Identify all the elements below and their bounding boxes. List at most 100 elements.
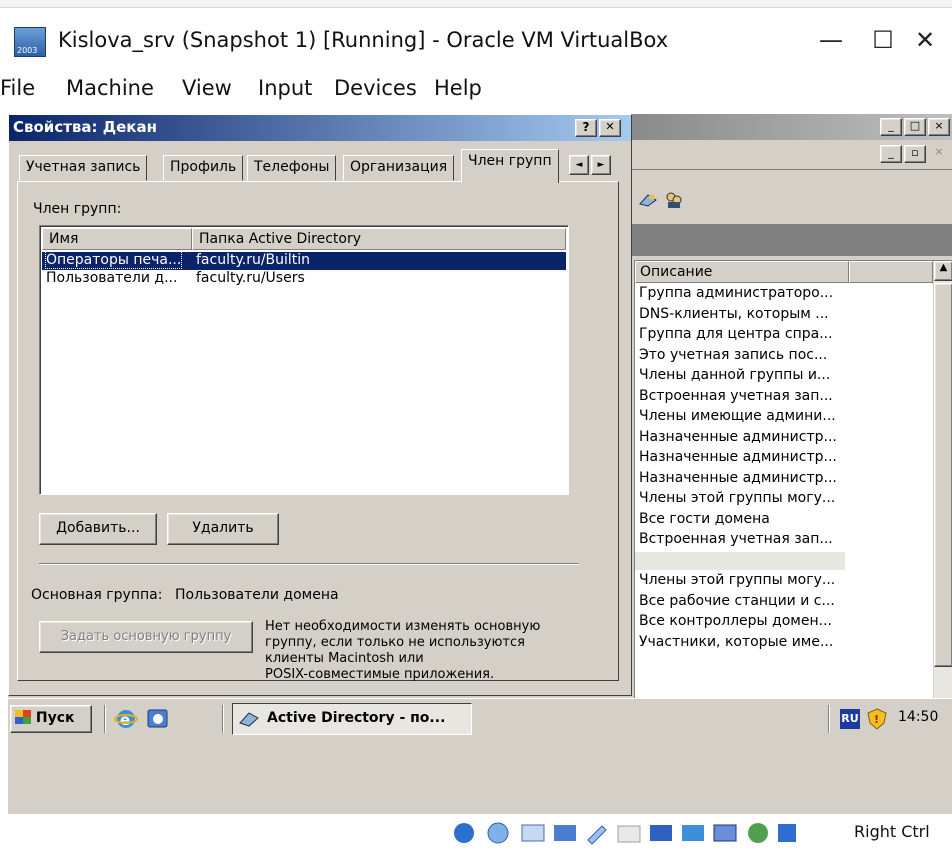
- toolbar-search-icon[interactable]: [638, 192, 658, 208]
- description-row[interactable]: Участники, которые име...: [639, 634, 833, 650]
- start-label: Пуск: [35, 710, 75, 726]
- description-column-header[interactable]: Описание: [635, 261, 849, 283]
- column-header-folder[interactable]: Папка Active Directory: [192, 228, 566, 250]
- tab-phones[interactable]: Телефоны: [247, 155, 337, 181]
- security-shield-icon[interactable]: !: [866, 707, 888, 731]
- ad-maximize-button[interactable]: □: [904, 118, 926, 136]
- display-icon: [650, 825, 672, 841]
- table-row-selected[interactable]: Операторы печа... faculty.ru/Builtin: [42, 251, 566, 270]
- add-button[interactable]: Добавить...: [39, 513, 157, 545]
- menu-help[interactable]: Help: [434, 76, 482, 100]
- description-row[interactable]: Назначенные администр...: [639, 429, 837, 445]
- member-of-list[interactable]: Имя Папка Active Directory Операторы печ…: [39, 225, 569, 495]
- windows-logo-icon: [15, 710, 31, 724]
- video-capture-icon: [682, 825, 704, 841]
- optical-drive-icon: [487, 822, 509, 844]
- dialog-close-button[interactable]: ✕: [599, 119, 621, 137]
- host-key-label: Right Ctrl: [854, 822, 930, 841]
- menu-devices[interactable]: Devices: [334, 76, 417, 100]
- row-name: Операторы печа...: [44, 251, 183, 269]
- shared-folders-icon: [617, 825, 641, 843]
- row-name: Пользователи д...: [46, 270, 178, 286]
- set-primary-group-button[interactable]: Задать основную группу: [39, 621, 253, 653]
- row-folder: faculty.ru/Users: [196, 270, 305, 286]
- guest-screen: _ □ × _ ▫ × Описание Группа администрато…: [8, 114, 952, 814]
- menu-machine[interactable]: Machine: [66, 76, 154, 100]
- menu-view[interactable]: View: [182, 76, 232, 100]
- tab-organization[interactable]: Организация: [343, 155, 455, 181]
- description-row[interactable]: Члены имеющие админи...: [639, 408, 836, 424]
- column-header-name[interactable]: Имя: [42, 228, 192, 250]
- mouse-integration-icon: [748, 823, 768, 843]
- virtualbox-app-icon: 2003: [14, 27, 46, 57]
- description-row[interactable]: Назначенные администр...: [639, 470, 837, 486]
- description-row[interactable]: DNS-клиенты, которым ...: [639, 306, 829, 322]
- close-button[interactable]: ✕: [900, 20, 950, 60]
- description-row[interactable]: Члены этой группы могу...: [639, 572, 835, 588]
- note-line: Нет необходимости изменять основную: [265, 619, 541, 634]
- task-label: Active Directory - по...: [267, 710, 446, 726]
- ad-description-list[interactable]: Описание Группа администраторо... DNS-кли…: [634, 260, 952, 730]
- scroll-thumb[interactable]: [934, 283, 952, 667]
- properties-dialog: Свойства: Декан ? ✕ Учетная запись Профи…: [8, 114, 632, 696]
- host-top-strip: [0, 0, 952, 8]
- window-title: Kislova_srv (Snapshot 1) [Running] - Ora…: [58, 28, 669, 52]
- ad-inner-close-button[interactable]: ×: [928, 145, 950, 163]
- ad-minimize-button[interactable]: _: [880, 118, 902, 136]
- description-row[interactable]: Все рабочие станции и с...: [639, 593, 835, 609]
- table-row[interactable]: Пользователи д... faculty.ru/Users: [42, 270, 566, 288]
- hard-disk-icon: [454, 823, 474, 843]
- minimize-button[interactable]: —: [806, 20, 856, 60]
- description-row[interactable]: Встроенная учетная зап...: [639, 388, 833, 404]
- primary-group-label: Основная группа:: [31, 587, 163, 603]
- primary-group-value: Пользователи домена: [175, 587, 339, 603]
- tab-account[interactable]: Учетная запись: [19, 155, 148, 181]
- description-row[interactable]: Все контроллеры домен...: [639, 613, 832, 629]
- language-indicator[interactable]: RU: [840, 709, 860, 729]
- description-row[interactable]: Члены данной группы и...: [639, 367, 830, 383]
- description-row[interactable]: Встроенная учетная зап...: [639, 531, 833, 547]
- tab-scroll-left-button[interactable]: ◄: [569, 155, 589, 175]
- keyboard-capture-icon: [778, 824, 796, 842]
- ad-inner-restore-button[interactable]: ▫: [904, 145, 926, 163]
- description-row[interactable]: Все гости домена: [639, 511, 770, 527]
- clock: 14:50: [898, 709, 939, 725]
- dialog-titlebar: Свойства: Декан: [9, 115, 631, 141]
- description-row[interactable]: Назначенные администр...: [639, 449, 837, 465]
- description-row[interactable]: Это учетная запись пос...: [639, 347, 827, 363]
- start-button[interactable]: Пуск: [10, 705, 92, 733]
- cpu-icon: [713, 824, 737, 842]
- description-row[interactable]: Группа администраторо...: [639, 285, 833, 301]
- tab-member-of[interactable]: Член групп: [461, 149, 559, 183]
- toolbar-group-icon[interactable]: [664, 190, 684, 210]
- taskbar-task-active-directory[interactable]: Active Directory - по...: [232, 703, 472, 735]
- scroll-up-button[interactable]: ▲: [934, 261, 952, 281]
- menu-input[interactable]: Input: [258, 76, 312, 100]
- vertical-scrollbar[interactable]: ▲ ▼: [933, 261, 952, 729]
- taskbar-separator: [828, 705, 830, 733]
- note-line: POSIX-совместимые приложения.: [265, 667, 495, 682]
- note-line: клиенты Macintosh или: [265, 651, 424, 666]
- ad-close-button[interactable]: ×: [928, 118, 950, 136]
- ad-inner-minimize-button[interactable]: _: [880, 145, 902, 163]
- remove-button[interactable]: Удалить: [167, 513, 279, 545]
- dialog-title: Свойства: Декан: [13, 118, 157, 136]
- usb-icon: [587, 825, 607, 845]
- internet-explorer-icon[interactable]: e: [114, 707, 138, 731]
- tab-scroll-right-button[interactable]: ►: [591, 155, 611, 175]
- vbox-status-icons: [452, 820, 872, 846]
- show-desktop-icon[interactable]: [146, 707, 170, 731]
- network-icon: [554, 825, 576, 841]
- guest-taskbar: Пуск e Active Directory - по... RU ! 14:…: [8, 698, 952, 738]
- menu-file[interactable]: File: [0, 76, 35, 100]
- primary-group-note: Нет необходимости изменять основную груп…: [265, 619, 595, 683]
- description-rows: Группа администраторо... DNS-клиенты, кот…: [635, 285, 933, 725]
- extra-column-header[interactable]: [849, 261, 933, 283]
- description-row[interactable]: [635, 551, 845, 570]
- member-of-label: Член групп:: [33, 201, 122, 217]
- description-row[interactable]: Члены этой группы могу...: [639, 490, 835, 506]
- tab-profile[interactable]: Профиль: [163, 155, 244, 181]
- description-row[interactable]: Группа для центра спра...: [639, 326, 833, 342]
- svg-text:e: e: [120, 711, 130, 729]
- help-button[interactable]: ?: [575, 119, 597, 137]
